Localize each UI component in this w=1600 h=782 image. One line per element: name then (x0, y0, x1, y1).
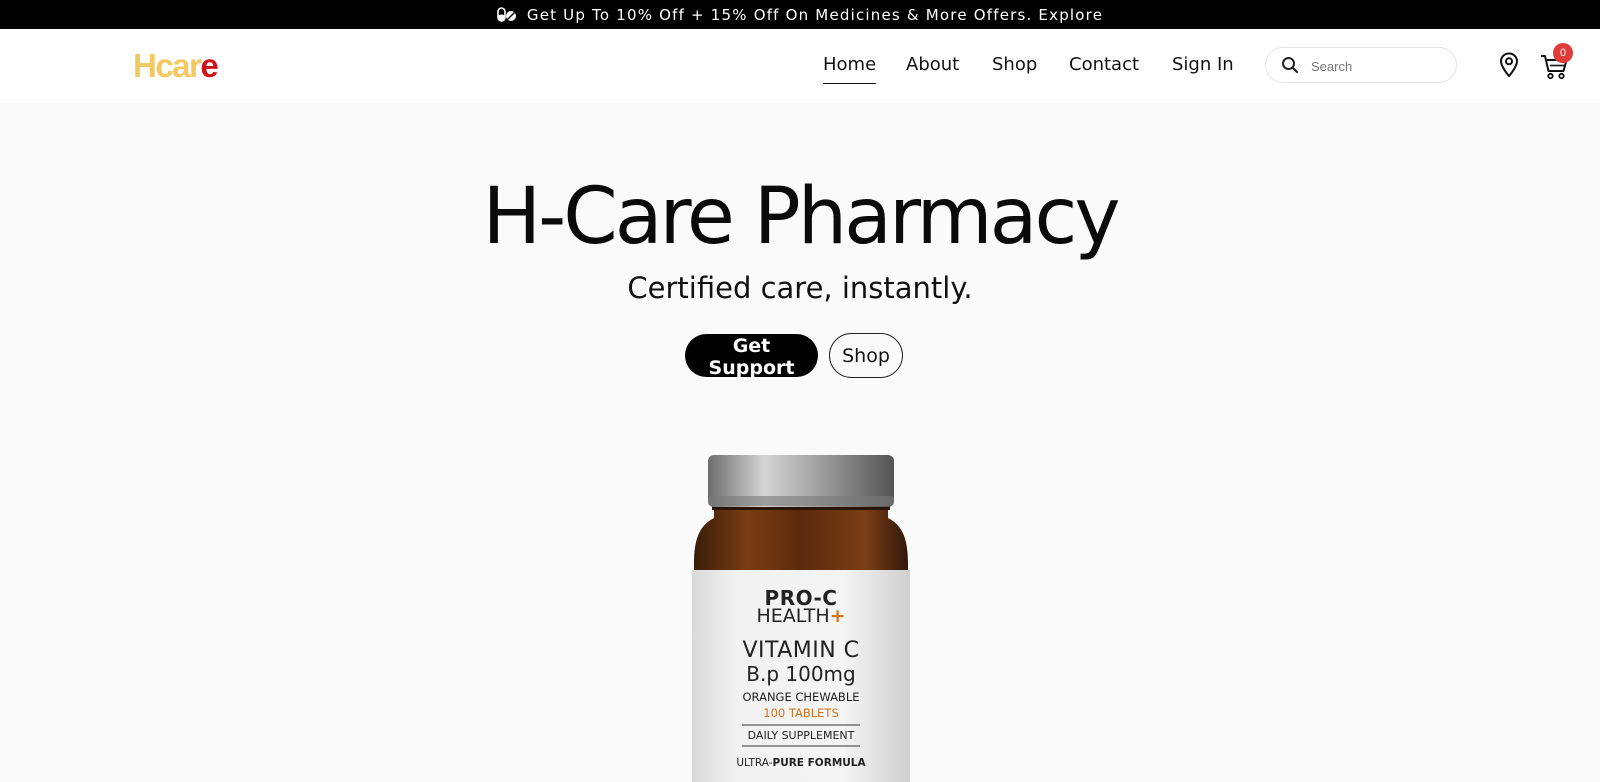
promo-text: Get Up To 10% Off + 15% Off On Medicines… (526, 5, 1104, 24)
cart-count-badge: 0 (1553, 43, 1573, 63)
get-support-button[interactable]: Get Support (685, 334, 818, 379)
product-formula: ULTRA-PURE FORMULA (690, 757, 912, 769)
nav-shop[interactable]: Shop (992, 54, 1037, 75)
nav-sign-in[interactable]: Sign In (1172, 54, 1234, 75)
pills-icon (497, 6, 517, 23)
promo-bar[interactable]: Get Up To 10% Off + 15% Off On Medicines… (0, 0, 1600, 29)
product-type: DAILY SUPPLEMENT (747, 729, 855, 742)
product-name-line-1: VITAMIN C (742, 638, 860, 663)
nav-contact[interactable]: Contact (1069, 54, 1139, 75)
product-brand-plus: + (829, 605, 846, 627)
search-icon (1282, 57, 1299, 74)
product-brand-line-2: HEALTH+ (690, 605, 912, 627)
product-formula-a: ULTRA- (736, 757, 773, 769)
product-formula-b: PURE FORMULA (772, 757, 866, 769)
logo-part-1: Hcar (133, 47, 202, 84)
product-brand-name: HEALTH (756, 605, 830, 627)
search-box[interactable] (1265, 47, 1457, 83)
site-header: Hcare Home About Shop Contact Sign In 0 (0, 29, 1600, 103)
nav-about[interactable]: About (906, 54, 959, 75)
shop-button[interactable]: Shop (829, 333, 903, 378)
product-flavor: ORANGE CHEWABLE (742, 690, 860, 704)
logo-part-2: e (200, 47, 218, 84)
nav-home[interactable]: Home (823, 54, 877, 84)
logo[interactable]: Hcare (133, 47, 219, 85)
product-name-line-2: B.p 100mg (746, 662, 856, 686)
search-input[interactable] (1309, 56, 1448, 76)
product-count: 100 TABLETS (763, 706, 839, 720)
location-pin-icon[interactable] (1499, 52, 1519, 78)
product-image: PRO-C HEALTH+ VITAMIN C B.p 100mg ORANGE… (690, 452, 912, 782)
hero-title: H-Care Pharmacy (482, 172, 1121, 262)
hero-subtitle: Certified care, instantly. (627, 271, 973, 305)
